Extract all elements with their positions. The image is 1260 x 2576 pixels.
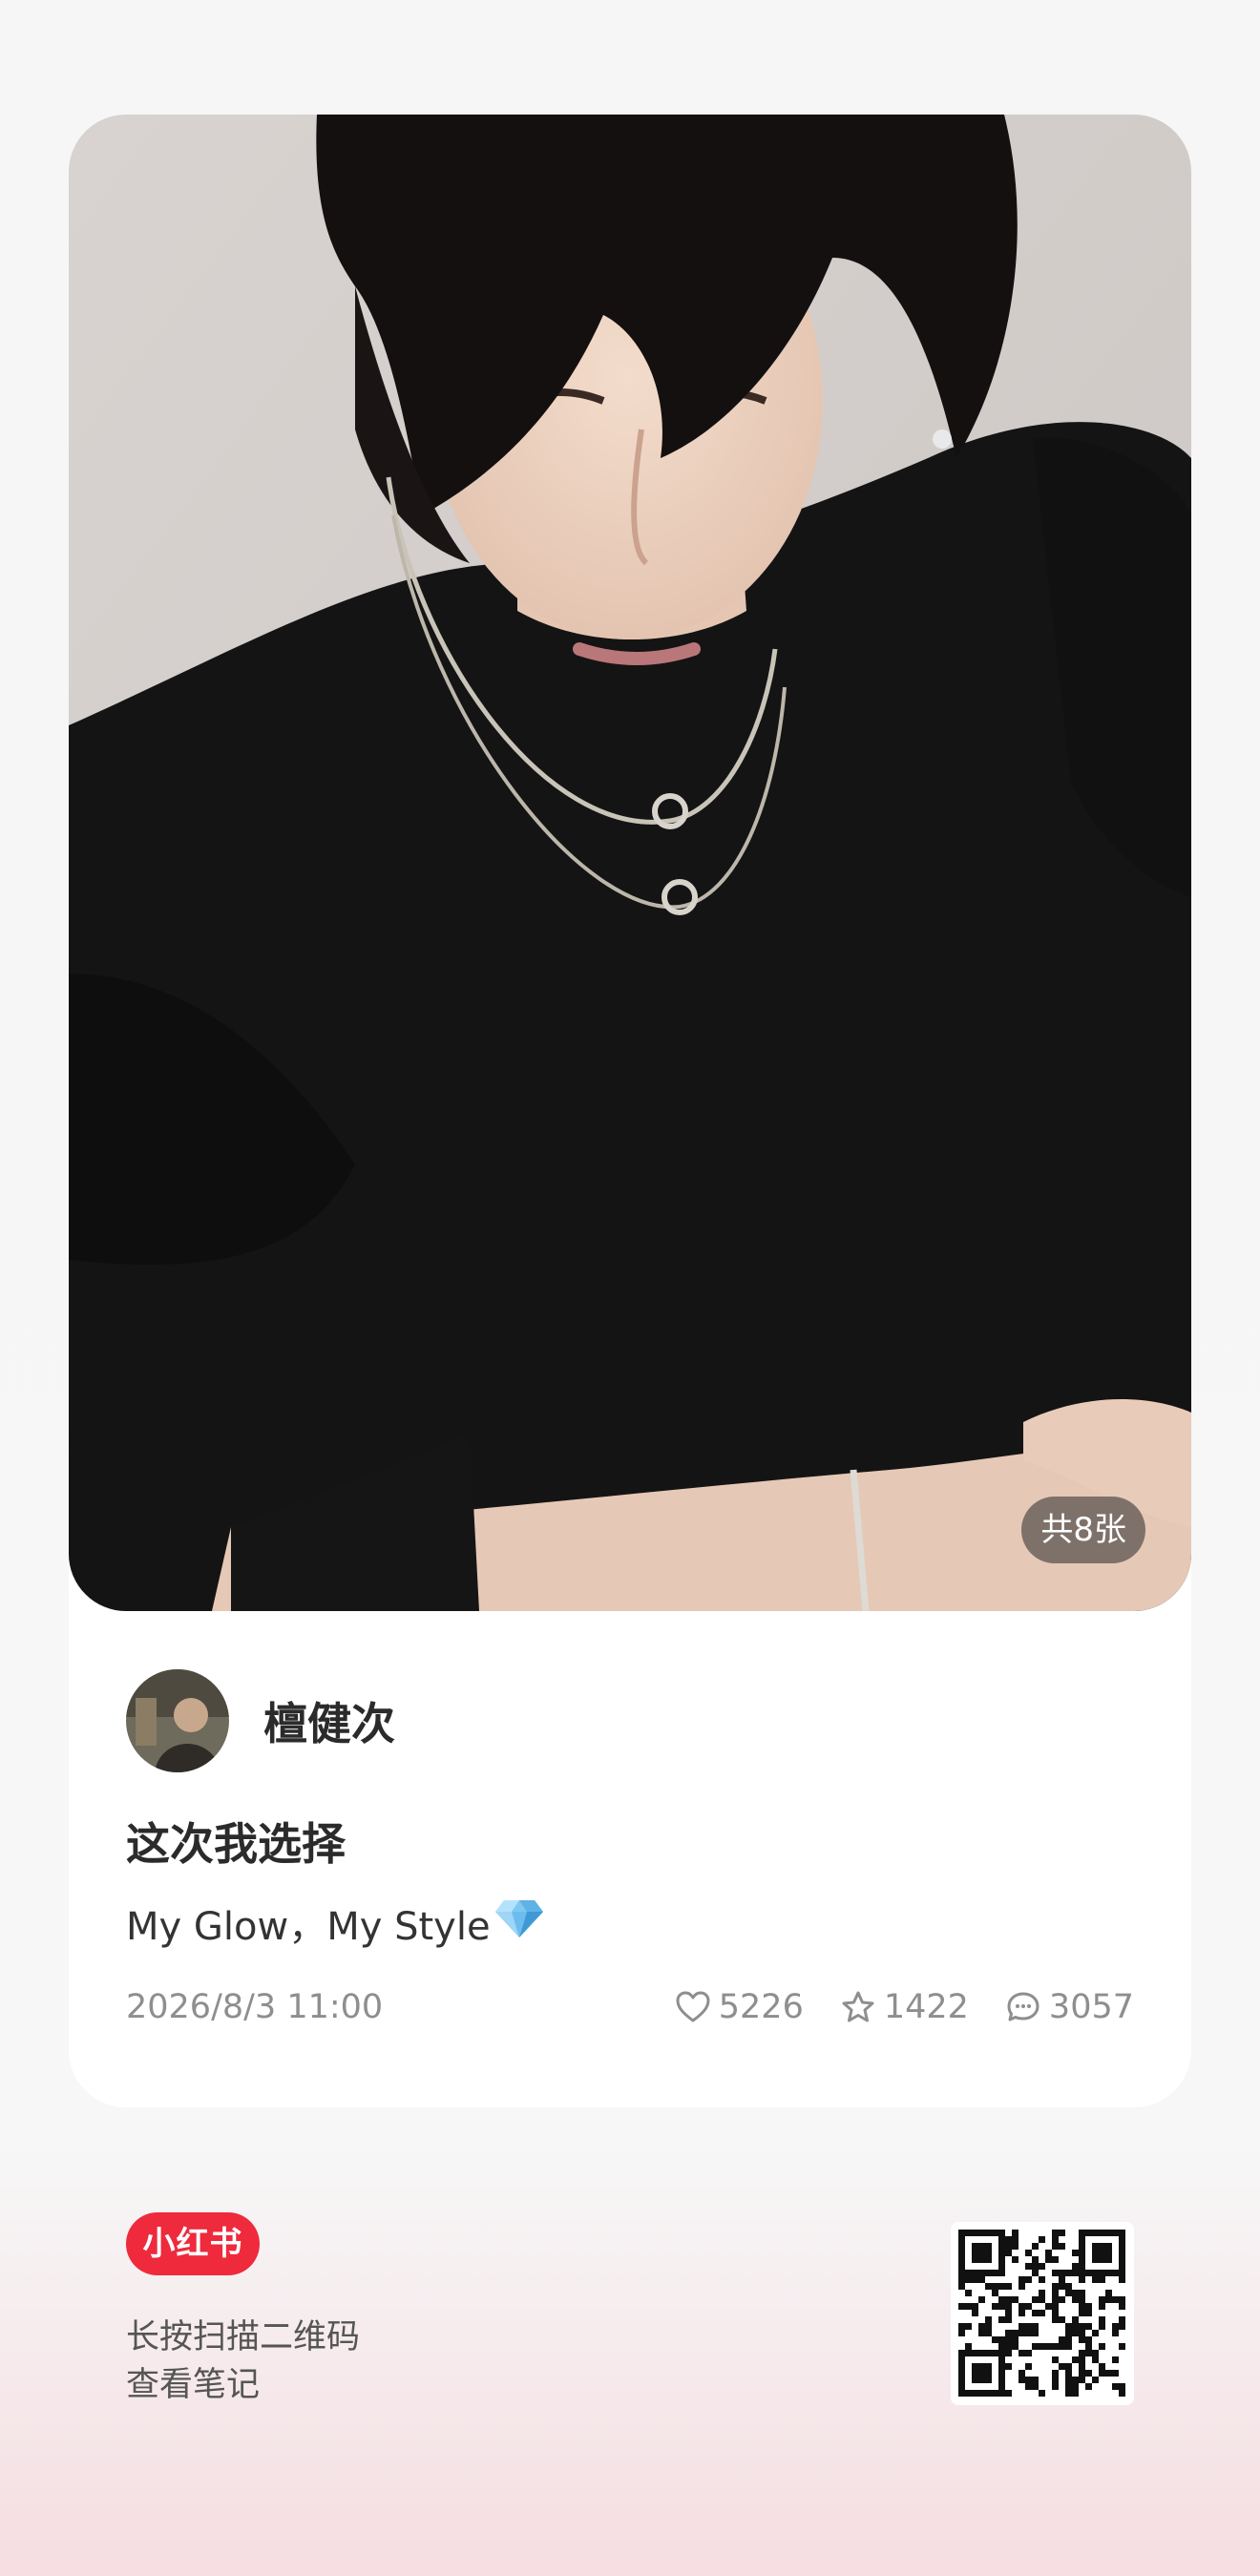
- like-count: 5226: [718, 1988, 804, 2026]
- comment-stat[interactable]: 3057: [1005, 1988, 1134, 2026]
- xiaohongshu-logo: 小红书: [126, 2212, 260, 2275]
- avatar[interactable]: [126, 1669, 229, 1772]
- qr-code[interactable]: [951, 2222, 1134, 2405]
- star-icon: [842, 1991, 874, 2022]
- cover-photo[interactable]: 共8张: [69, 115, 1191, 1611]
- image-count-badge: 共8张: [1021, 1497, 1145, 1563]
- note-description: My Glow，My Style: [126, 1895, 544, 1951]
- author-row[interactable]: 檀健次: [126, 1668, 395, 1773]
- meta-row: 2026/8/3 11:00 5226 1422 3057: [126, 1983, 1134, 2031]
- heart-icon: [676, 1991, 710, 2022]
- comment-icon: [1007, 1992, 1040, 2021]
- scan-hint-line2: 查看笔记: [126, 2366, 261, 2404]
- collect-count: 1422: [883, 1988, 969, 2026]
- post-date: 2026/8/3 11:00: [126, 1988, 384, 2026]
- author-name[interactable]: 檀健次: [263, 1689, 395, 1752]
- comment-count: 3057: [1048, 1988, 1134, 2026]
- note-card[interactable]: 共8张 檀健次 这次我选择 My Glow，My Style 2026/8/3 …: [69, 115, 1191, 2107]
- scan-hint-line1: 长按扫描二维码: [126, 2318, 361, 2356]
- note-title: 这次我选择: [126, 1818, 346, 1870]
- like-stat[interactable]: 5226: [675, 1988, 804, 2026]
- gem-icon: [494, 1898, 544, 1948]
- stats-group: 5226 1422 3057: [639, 1988, 1134, 2026]
- collect-stat[interactable]: 1422: [840, 1988, 969, 2026]
- description-text: My Glow，My Style: [126, 1905, 491, 1949]
